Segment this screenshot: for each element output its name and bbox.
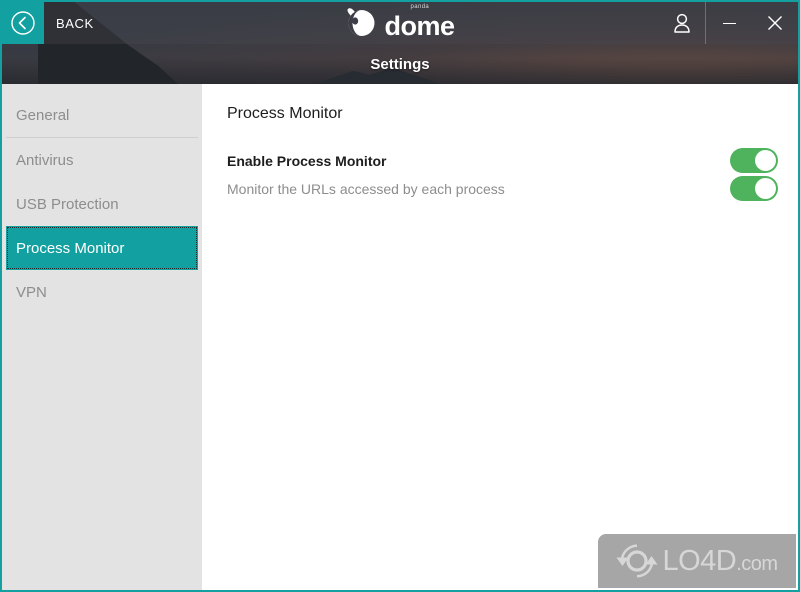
account-button[interactable]	[659, 2, 705, 44]
setting-row-monitor-urls: Monitor the URLs accessed by each proces…	[227, 176, 778, 201]
toggle-knob	[755, 178, 776, 199]
setting-label: Enable Process Monitor	[227, 152, 387, 169]
monitor-urls-toggle[interactable]	[730, 176, 778, 201]
brand-superscript: panda	[410, 3, 430, 10]
sidebar-item-label: Antivirus	[16, 151, 74, 169]
watermark-name: LO4D	[662, 544, 737, 577]
brand-name: dome	[384, 10, 455, 41]
circular-arrows-icon	[616, 544, 658, 578]
minimize-button[interactable]	[706, 2, 752, 44]
user-account-icon	[674, 13, 690, 33]
watermark-text: LO4D.com	[662, 544, 778, 577]
sidebar-item-label: USB Protection	[16, 195, 119, 213]
setting-row-enable-process-monitor: Enable Process Monitor	[227, 148, 778, 173]
settings-content-panel: Process Monitor Enable Process Monitor M…	[202, 84, 798, 590]
page-title: Settings	[370, 55, 430, 73]
toggle-knob	[755, 150, 776, 171]
sidebar-item-label: VPN	[16, 283, 47, 301]
chevron-left-circle-icon	[11, 11, 35, 35]
enable-process-monitor-toggle[interactable]	[730, 148, 778, 173]
title-bar: BACK panda dome	[2, 2, 798, 44]
sidebar-item-antivirus[interactable]: Antivirus	[6, 138, 198, 182]
watermark-suffix: .com	[736, 552, 778, 575]
setting-label: Monitor the URLs accessed by each proces…	[227, 180, 505, 197]
settings-sidebar: General Antivirus USB Protection Process…	[2, 84, 202, 590]
back-button[interactable]	[2, 2, 44, 44]
sidebar-item-label: Process Monitor	[16, 239, 125, 257]
back-label[interactable]: BACK	[56, 16, 94, 31]
sidebar-item-usb-protection[interactable]: USB Protection	[6, 182, 198, 226]
window-controls	[659, 2, 798, 44]
sidebar-item-process-monitor[interactable]: Process Monitor	[6, 226, 198, 270]
sidebar-item-general[interactable]: General	[6, 94, 198, 138]
watermark: LO4D.com	[598, 534, 796, 588]
minimize-icon	[722, 22, 736, 24]
panel-title: Process Monitor	[227, 105, 343, 122]
settings-header-bar: Settings	[2, 44, 798, 84]
close-button[interactable]	[752, 2, 798, 44]
close-icon	[768, 16, 782, 30]
main-body: General Antivirus USB Protection Process…	[2, 84, 798, 590]
application-window: BACK panda dome Settings General Antivir…	[0, 0, 800, 592]
panda-logo-icon	[347, 7, 375, 36]
sidebar-item-label: General	[16, 107, 70, 124]
sidebar-item-vpn[interactable]: VPN	[6, 270, 198, 314]
